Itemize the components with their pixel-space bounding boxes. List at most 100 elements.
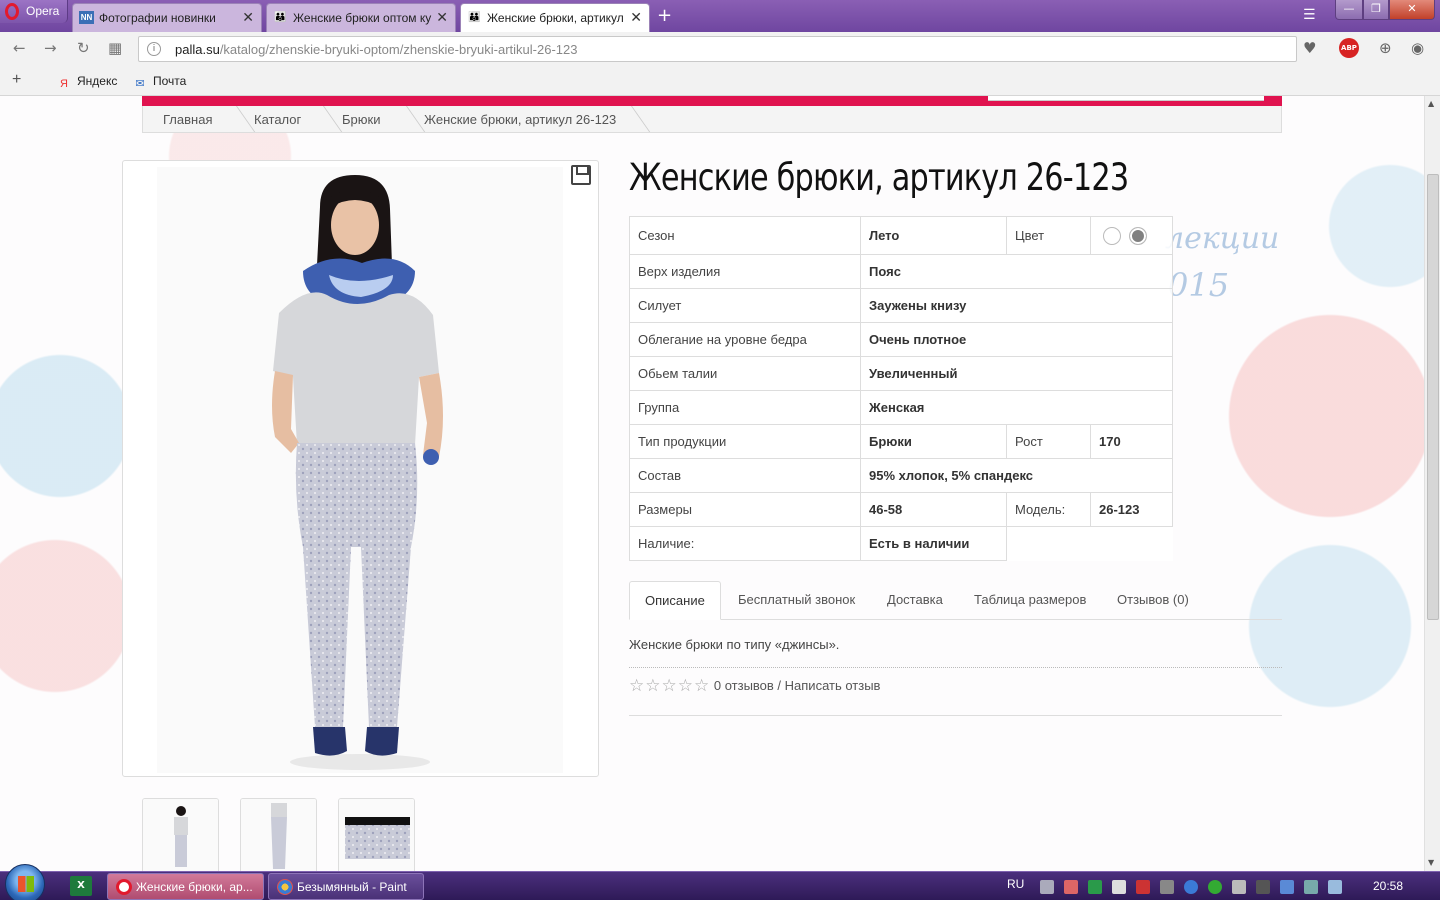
browser-tab[interactable]: NN Фотографии новинки ✕ <box>72 3 262 32</box>
breadcrumb-link[interactable]: Главная <box>163 112 212 127</box>
tray-utorrent-icon[interactable] <box>1208 880 1222 894</box>
breadcrumb-link[interactable]: Брюки <box>342 112 380 127</box>
close-tab-icon[interactable]: ✕ <box>630 9 642 26</box>
page-scrollbar[interactable]: ▲ ▼ <box>1424 96 1440 871</box>
divider <box>629 667 1282 668</box>
opera-logo-icon <box>5 3 19 20</box>
star-empty-icon: ☆ <box>694 676 710 695</box>
browser-tab-active[interactable]: 👪 Женские брюки, артикул ✕ <box>460 3 650 32</box>
back-arrow-icon[interactable]: ← <box>13 39 26 57</box>
tray-signal-icon[interactable] <box>1160 880 1174 894</box>
color-swatches <box>1090 216 1173 255</box>
close-tab-icon[interactable]: ✕ <box>242 9 254 26</box>
tray-shield-icon[interactable] <box>1088 880 1102 894</box>
spec-label: Облегание на уровне бедра <box>629 322 861 357</box>
account-icon[interactable]: ◉ <box>1411 39 1424 57</box>
spec-label: Цвет <box>1006 216 1091 255</box>
mail-icon: ✉ <box>135 78 145 90</box>
maximize-button[interactable]: ❐ <box>1363 0 1389 20</box>
url-host: palla.su <box>175 42 220 57</box>
downloads-icon[interactable]: ⊕ <box>1379 39 1392 57</box>
bookmark-pochta[interactable]: ✉ Почта <box>133 74 186 91</box>
site-info-icon[interactable]: i <box>147 42 161 56</box>
thumbnail-full-figure <box>143 799 218 871</box>
scrollbar-thumb[interactable] <box>1427 174 1439 620</box>
spec-row: Верх изделия Пояс <box>629 254 1173 289</box>
close-tab-icon[interactable]: ✕ <box>436 9 448 26</box>
product-main-image[interactable] <box>122 160 599 777</box>
tray-flag2-icon[interactable] <box>1304 880 1318 894</box>
breadcrumb-link[interactable]: Каталог <box>254 112 301 127</box>
breadcrumb-separator <box>393 106 426 132</box>
task-label: Безымянный - Paint <box>297 880 407 894</box>
tray-app-icon[interactable] <box>1064 880 1078 894</box>
tray-update-icon[interactable] <box>1328 880 1342 894</box>
spec-value: 95% хлопок, 5% спандекс <box>860 458 1173 493</box>
product-photo <box>157 167 563 773</box>
scroll-up-arrow-icon[interactable]: ▲ <box>1428 99 1434 108</box>
reload-icon[interactable]: ↻ <box>77 39 90 57</box>
opera-menu-button[interactable]: Opera <box>0 0 68 23</box>
tab-reviews[interactable]: Отзывов (0) <box>1102 581 1204 620</box>
spec-value: Увеличенный <box>860 356 1173 391</box>
spec-value: Лето <box>860 216 1007 255</box>
color-swatch-white[interactable] <box>1103 226 1121 245</box>
taskbar-task-paint[interactable]: Безымянный - Paint <box>268 873 424 900</box>
tab-description[interactable]: Описание <box>629 581 721 620</box>
speed-dial-grid-icon[interactable]: ▦ <box>108 39 122 57</box>
tab-delivery[interactable]: Доставка <box>872 581 958 620</box>
bookmark-yandex[interactable]: Я Яндекс <box>57 74 117 91</box>
product-thumbnail[interactable] <box>240 798 317 871</box>
tray-network-icon[interactable] <box>1256 880 1270 894</box>
tray-display-icon[interactable] <box>1280 880 1294 894</box>
save-image-icon[interactable] <box>571 165 591 185</box>
tab-size-chart[interactable]: Таблица размеров <box>959 581 1101 620</box>
opera-menu-label: Opera <box>26 4 60 18</box>
color-swatch-grey[interactable] <box>1128 226 1147 245</box>
start-button[interactable] <box>5 864 45 900</box>
spec-row: Обьем талии Увеличенный <box>629 356 1173 391</box>
language-indicator[interactable]: RU <box>1007 877 1024 891</box>
minimize-button[interactable]: — <box>1335 0 1363 20</box>
tray-volume-icon[interactable] <box>1232 880 1246 894</box>
spec-row: Силует Заужены книзу <box>629 288 1173 323</box>
spec-label: Наличие: <box>629 526 861 561</box>
tray-g-icon[interactable] <box>1184 880 1198 894</box>
tray-device-icon[interactable] <box>1112 880 1126 894</box>
spec-value: Есть в наличии <box>860 526 1007 561</box>
excel-icon[interactable]: X <box>70 876 92 896</box>
spec-label: Размеры <box>629 492 861 527</box>
opera-icon <box>116 879 132 895</box>
spec-label: Состав <box>629 458 861 493</box>
taskbar-task-opera[interactable]: Женские брюки, ар... <box>107 873 264 900</box>
screen: Opera NN Фотографии новинки ✕ 👪 Женские … <box>0 0 1440 900</box>
product-thumbnail[interactable] <box>338 798 415 871</box>
address-bar[interactable]: i palla.su/katalog/zhenskie-bryuki-optom… <box>138 36 1297 62</box>
tab-menu-icon[interactable]: ☰ <box>1303 7 1316 23</box>
tab-free-call[interactable]: Бесплатный звонок <box>723 581 870 620</box>
spec-label: Силует <box>629 288 861 323</box>
close-window-button[interactable]: ✕ <box>1389 0 1435 20</box>
new-tab-plus-icon[interactable]: + <box>657 5 672 26</box>
site-search-input[interactable] <box>988 96 1264 101</box>
url-path: /katalog/zhenskie-bryuki-optom/zhenskie-… <box>219 42 578 57</box>
breadcrumb-separator <box>310 106 343 132</box>
bookmark-label: Яндекс <box>77 74 118 88</box>
tray-keyboard-icon[interactable] <box>1040 880 1054 894</box>
scroll-down-arrow-icon[interactable]: ▼ <box>1428 858 1434 867</box>
reviews-link[interactable]: 0 отзывов / Написать отзыв <box>714 678 881 693</box>
task-label: Женские брюки, ар... <box>136 880 253 894</box>
windows-taskbar: X Женские брюки, ар... Безымянный - Pain… <box>0 864 1440 900</box>
product-thumbnail[interactable] <box>142 798 219 871</box>
clock[interactable]: 20:58 <box>1373 879 1403 893</box>
tray-flag-icon[interactable] <box>1136 880 1150 894</box>
spec-value: 170 <box>1090 424 1173 459</box>
browser-tab[interactable]: 👪 Женские брюки оптом ку ✕ <box>266 3 456 32</box>
people-favicon-icon: 👪 <box>274 12 287 23</box>
add-bookmark-plus-icon[interactable]: + <box>12 71 21 89</box>
spec-row: Состав 95% хлопок, 5% спандекс <box>629 458 1173 493</box>
adblock-plus-icon[interactable]: ABP <box>1339 38 1359 58</box>
heart-bookmark-icon[interactable]: ♥ <box>1303 39 1316 57</box>
forward-arrow-icon[interactable]: → <box>44 39 57 57</box>
address-url[interactable]: palla.su/katalog/zhenskie-bryuki-optom/z… <box>175 42 577 57</box>
